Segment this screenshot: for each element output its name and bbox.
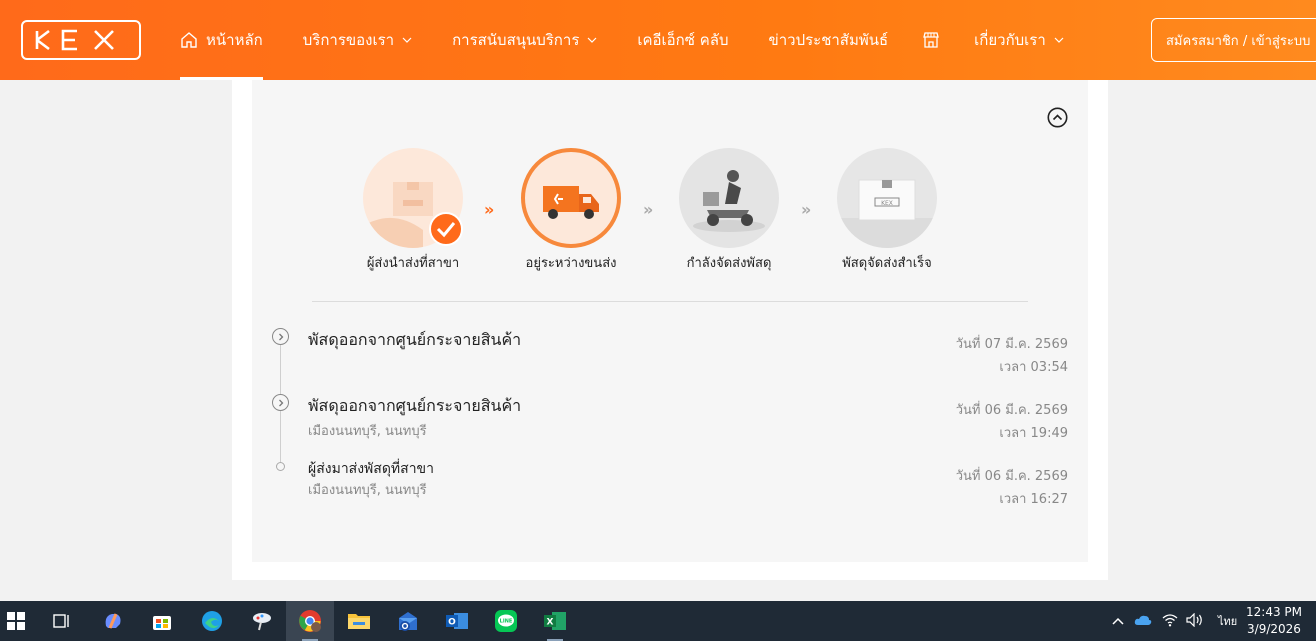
language-indicator[interactable]: ไทย xyxy=(1218,612,1237,630)
edge-icon[interactable] xyxy=(198,607,226,635)
main-nav: หน้าหลัก บริการของเรา การสนับสนุนบริการ … xyxy=(180,0,1104,80)
step-image: KEX xyxy=(837,148,937,248)
check-circle-icon xyxy=(429,212,463,246)
event-date-text: วันที่ 06 มี.ค. 2569 xyxy=(955,403,1068,418)
event-date: วันที่ 06 มี.ค. 2569 เวลา 19:49 xyxy=(956,399,1068,443)
chrome-icon[interactable] xyxy=(296,607,324,635)
scooter-icon xyxy=(693,170,765,232)
timeline-chevron-icon[interactable] xyxy=(272,394,289,411)
store-icon xyxy=(923,32,939,48)
copilot-icon[interactable] xyxy=(99,607,127,635)
collapse-button[interactable] xyxy=(1047,107,1068,128)
event-time-text: เวลา 19:49 xyxy=(999,426,1068,441)
step-image xyxy=(679,148,779,248)
svg-text:X: X xyxy=(547,618,554,628)
store-app-icon[interactable] xyxy=(148,607,176,635)
clock-time: 12:43 PM xyxy=(1246,605,1302,619)
event-title: พัสดุออกจากศูนย์กระจายสินค้า xyxy=(308,330,522,349)
event-location: เมืองนนทบุรี, นนทบุรี xyxy=(308,483,427,498)
outlook-new-icon[interactable] xyxy=(394,607,422,635)
kex-logo-icon xyxy=(35,29,114,51)
wifi-icon[interactable] xyxy=(1162,613,1178,630)
event-date-text: วันที่ 07 มี.ค. 2569 xyxy=(955,337,1068,352)
step-label: อยู่ระหว่างขนส่ง xyxy=(525,256,617,271)
step-delivering: กำลังจัดส่งพัสดุ xyxy=(649,148,809,273)
event-date-text: วันที่ 06 มี.ค. 2569 xyxy=(955,469,1068,484)
windows-start-icon[interactable] xyxy=(2,607,30,635)
file-explorer-icon[interactable] xyxy=(345,607,373,635)
nav-kex-club[interactable]: เคอีเอ็กซ์ คลับ xyxy=(637,0,728,80)
chevron-down-icon xyxy=(587,37,597,43)
svg-text:LINE: LINE xyxy=(500,619,513,625)
svg-text:KEX: KEX xyxy=(881,200,893,207)
nav-about[interactable]: เกี่ยวกับเรา xyxy=(974,0,1064,80)
login-button[interactable]: สมัครสมาชิก / เข้าสู่ระบบ xyxy=(1151,18,1316,62)
nav-label: เกี่ยวกับเรา xyxy=(974,31,1046,49)
site-header: หน้าหลัก บริการของเรา การสนับสนุนบริการ … xyxy=(0,0,1316,80)
nav-support[interactable]: การสนับสนุนบริการ xyxy=(452,0,597,80)
step-sender-dropoff: ผู้ส่งนำส่งที่สาขา xyxy=(333,148,493,273)
timeline-chevron-icon[interactable] xyxy=(272,328,289,345)
svg-text:O: O xyxy=(448,618,456,628)
nav-label: ข่าวประชาสัมพันธ์ xyxy=(768,31,889,49)
chevron-up-icon[interactable] xyxy=(1112,614,1124,628)
step-label: ผู้ส่งนำส่งที่สาขา xyxy=(366,256,460,271)
event-title: พัสดุออกจากศูนย์กระจายสินค้า xyxy=(308,396,522,415)
divider xyxy=(312,301,1028,302)
windows-taskbar: O LINE X ไทย 12:43 PM 3/9/2026 xyxy=(0,601,1316,641)
taskbar-clock[interactable]: 12:43 PM 3/9/2026 xyxy=(1244,604,1304,638)
step-label: กำลังจัดส่งพัสดุ xyxy=(686,256,772,271)
nav-home[interactable]: หน้าหลัก xyxy=(180,0,263,80)
event-time-text: เวลา 03:54 xyxy=(999,360,1068,375)
home-icon xyxy=(181,32,197,48)
box-icon: KEX xyxy=(837,179,937,248)
paint-app-icon[interactable] xyxy=(248,607,276,635)
nav-label: เคอีเอ็กซ์ คลับ xyxy=(637,31,729,49)
truck-icon xyxy=(543,186,599,219)
outlook-icon[interactable]: O xyxy=(443,607,471,635)
system-tray: ไทย xyxy=(1112,601,1237,641)
nav-label: บริการของเรา xyxy=(302,31,395,49)
clock-date: 3/9/2026 xyxy=(1247,622,1301,636)
nav-services[interactable]: บริการของเรา xyxy=(303,0,412,80)
nav-label: หน้าหลัก xyxy=(206,31,263,49)
event-time-text: เวลา 16:27 xyxy=(999,492,1068,507)
nav-label: การสนับสนุนบริการ xyxy=(452,31,580,49)
event-date: วันที่ 07 มี.ค. 2569 เวลา 03:54 xyxy=(956,333,1068,377)
chevron-down-icon xyxy=(1054,37,1064,43)
event-date: วันที่ 06 มี.ค. 2569 เวลา 16:27 xyxy=(956,465,1068,509)
volume-icon[interactable] xyxy=(1186,612,1204,630)
onedrive-icon[interactable] xyxy=(1134,614,1152,629)
step-delivered: KEX พัสดุจัดส่งสำเร็จ xyxy=(807,148,967,273)
step-image xyxy=(521,148,621,248)
line-app-icon[interactable]: LINE xyxy=(492,607,520,635)
task-view-icon[interactable] xyxy=(48,607,76,635)
nav-news[interactable]: ข่าวประชาสัมพันธ์ xyxy=(768,0,888,80)
timeline-dot xyxy=(276,462,285,471)
step-label: พัสดุจัดส่งสำเร็จ xyxy=(842,256,932,271)
chevron-down-icon xyxy=(402,37,412,43)
nav-store[interactable] xyxy=(922,0,940,80)
event-title: ผู้ส่งมาส่งพัสดุที่สาขา xyxy=(308,461,434,477)
kex-logo[interactable] xyxy=(21,20,141,60)
excel-icon[interactable]: X xyxy=(541,607,569,635)
event-location: เมืองนนทบุรี, นนทบุรี xyxy=(308,424,427,439)
step-in-transit: อยู่ระหว่างขนส่ง xyxy=(491,148,651,273)
